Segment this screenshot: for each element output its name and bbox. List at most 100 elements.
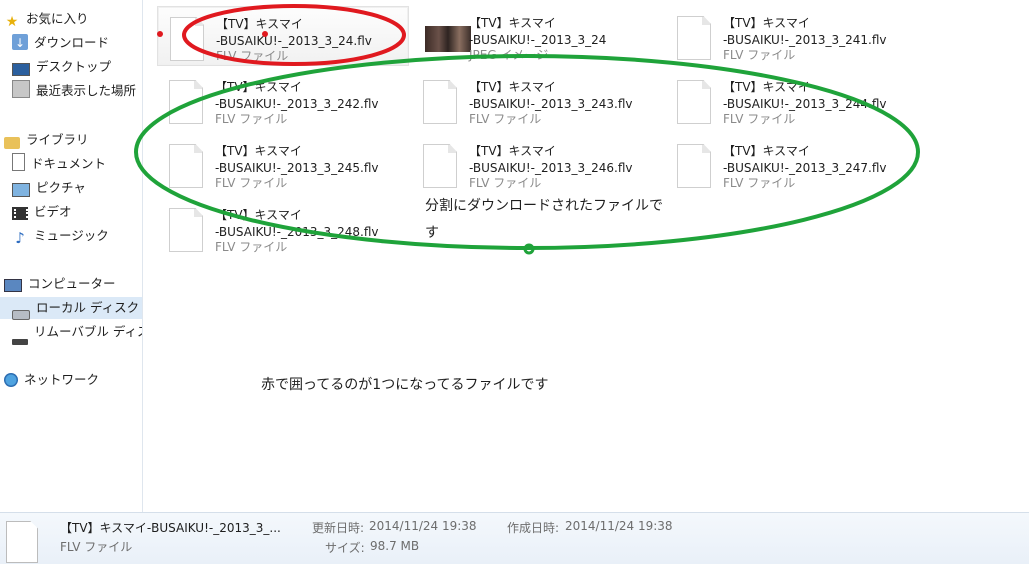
- file-view: 【TV】キスマイ -BUSAIKU!-_2013_3_24.flv FLV ファ…: [143, 0, 1029, 512]
- nav-music[interactable]: ♪ ミュージック: [12, 225, 109, 247]
- details-created-label: 作成日時:: [507, 521, 560, 535]
- flv-file-icon: [169, 80, 203, 124]
- file-type: FLV ファイル: [216, 49, 289, 63]
- nav-documents[interactable]: ドキュメント: [12, 153, 106, 175]
- nav-downloads[interactable]: ダウンロード: [12, 32, 109, 54]
- nav-pictures[interactable]: ピクチャ: [12, 177, 86, 199]
- file-name-line2: -BUSAIKU!-_2013_3_246.flv: [469, 161, 633, 175]
- file-item[interactable]: 【TV】キスマイ -BUSAIKU!-_2013_3_246.flv FLV フ…: [411, 134, 661, 192]
- nav-documents-label: ドキュメント: [31, 156, 107, 171]
- file-name-line1: 【TV】キスマイ: [723, 144, 810, 158]
- details-pane: 【TV】キスマイ-BUSAIKU!-_2013_3_... FLV ファイル 更…: [0, 512, 1029, 564]
- file-item[interactable]: 【TV】キスマイ -BUSAIKU!-_2013_3_241.flv FLV フ…: [665, 6, 915, 64]
- file-type: FLV ファイル: [469, 112, 542, 126]
- file-name-line1: 【TV】キスマイ: [723, 16, 810, 30]
- nav-libraries-label: ライブラリ: [26, 132, 89, 147]
- file-type: FLV ファイル: [723, 112, 796, 126]
- music-icon: ♪: [15, 229, 25, 247]
- details-file-type: FLV ファイル: [60, 540, 133, 554]
- file-item[interactable]: 【TV】キスマイ -BUSAIKU!-_2013_3_245.flv FLV フ…: [157, 134, 407, 192]
- file-name-line1: 【TV】キスマイ: [215, 144, 302, 158]
- computer-icon: [4, 279, 22, 292]
- nav-recent[interactable]: 最近表示した場所: [12, 80, 136, 102]
- nav-libraries[interactable]: ライブラリ: [4, 129, 89, 151]
- details-file-name: 【TV】キスマイ-BUSAIKU!-_2013_3_...: [60, 521, 281, 535]
- video-icon: [12, 207, 28, 220]
- nav-computer-label: コンピューター: [28, 276, 116, 291]
- file-name-line2: -BUSAIKU!-_2013_3_247.flv: [723, 161, 887, 175]
- file-name-line2: -BUSAIKU!-_2013_3_243.flv: [469, 97, 633, 111]
- file-name-line2: -BUSAIKU!-_2013_3_242.flv: [215, 97, 379, 111]
- nav-pictures-label: ピクチャ: [36, 180, 86, 195]
- network-icon: [4, 373, 18, 387]
- nav-network[interactable]: ネットワーク: [4, 369, 99, 391]
- file-name-line2: -BUSAIKU!-_2013_3_24: [469, 33, 607, 47]
- flv-file-icon: [677, 144, 711, 188]
- flv-file-icon: [423, 144, 457, 188]
- jpeg-thumbnail: [425, 26, 471, 52]
- hard-disk-icon: [12, 310, 30, 320]
- nav-favorites[interactable]: ★ お気に入り: [4, 8, 89, 30]
- split-files-note-line2: す: [425, 225, 439, 241]
- file-type: FLV ファイル: [215, 240, 288, 254]
- nav-recent-label: 最近表示した場所: [36, 83, 137, 98]
- flv-file-icon: [423, 80, 457, 124]
- nav-desktop-label: デスクトップ: [36, 59, 112, 74]
- details-size-value: 98.7 MB: [370, 539, 420, 553]
- file-name-line2: -BUSAIKU!-_2013_3_241.flv: [723, 33, 887, 47]
- file-item[interactable]: 【TV】キスマイ -BUSAIKU!-_2013_3_243.flv FLV フ…: [411, 70, 661, 128]
- file-name-line1: 【TV】キスマイ: [723, 80, 810, 94]
- details-modified-value: 2014/11/24 19:38: [369, 519, 477, 533]
- file-type: FLV ファイル: [215, 176, 288, 190]
- file-type: FLV ファイル: [215, 112, 288, 126]
- file-name-line1: 【TV】キスマイ: [469, 144, 556, 158]
- file-item[interactable]: 【TV】キスマイ -BUSAIKU!-_2013_3_244.flv FLV フ…: [665, 70, 915, 128]
- file-type: FLV ファイル: [723, 48, 796, 62]
- file-item[interactable]: 【TV】キスマイ -BUSAIKU!-_2013_3_248.flv FLV フ…: [157, 198, 407, 256]
- flv-file-icon: [6, 521, 38, 563]
- details-modified-label: 更新日時:: [312, 521, 365, 535]
- nav-favorites-label: お気に入り: [26, 11, 89, 26]
- file-type: FLV ファイル: [723, 176, 796, 190]
- file-item[interactable]: 【TV】キスマイ -BUSAIKU!-_2013_3_247.flv FLV フ…: [665, 134, 915, 192]
- library-icon: [4, 137, 20, 149]
- star-icon: ★: [5, 14, 19, 30]
- combined-file-note: 赤で囲ってるのが1つになってるファイルです: [261, 377, 549, 393]
- file-type: JPEG イメージ: [469, 48, 549, 62]
- pictures-icon: [12, 183, 30, 197]
- nav-local-disk[interactable]: ローカル ディスク (: [0, 297, 143, 320]
- flv-file-icon: [169, 208, 203, 252]
- flv-file-icon: [169, 144, 203, 188]
- split-files-note-line1: 分割にダウンロードされたファイルで: [425, 198, 663, 214]
- file-name-line2: -BUSAIKU!-_2013_3_245.flv: [215, 161, 379, 175]
- file-name-line1: 【TV】キスマイ: [215, 208, 302, 222]
- nav-desktop[interactable]: デスクトップ: [12, 56, 111, 78]
- nav-music-label: ミュージック: [34, 228, 109, 243]
- file-name-line1: 【TV】キスマイ: [215, 80, 302, 94]
- desktop-icon: [12, 63, 30, 76]
- file-type: FLV ファイル: [469, 176, 542, 190]
- nav-local-disk-label: ローカル ディスク (: [36, 300, 143, 315]
- nav-removable-label: リムーバブル ディス: [34, 324, 143, 339]
- nav-removable[interactable]: リムーバブル ディス: [12, 321, 143, 345]
- file-name-line1: 【TV】キスマイ: [469, 80, 556, 94]
- nav-videos[interactable]: ビデオ: [12, 201, 72, 223]
- file-item[interactable]: 【TV】キスマイ -BUSAIKU!-_2013_3_242.flv FLV フ…: [157, 70, 407, 128]
- nav-downloads-label: ダウンロード: [34, 35, 110, 50]
- file-name-line1: 【TV】キスマイ: [469, 16, 556, 30]
- nav-videos-label: ビデオ: [34, 204, 72, 219]
- download-folder-icon: [12, 32, 28, 54]
- details-created-value: 2014/11/24 19:38: [565, 519, 673, 533]
- nav-computer[interactable]: コンピューター: [4, 273, 116, 295]
- file-name-line2: -BUSAIKU!-_2013_3_24.flv: [216, 34, 372, 48]
- file-item[interactable]: 【TV】キスマイ -BUSAIKU!-_2013_3_24 JPEG イメージ: [411, 6, 661, 64]
- file-name-line2: -BUSAIKU!-_2013_3_248.flv: [215, 225, 379, 239]
- flv-file-icon: [170, 17, 204, 61]
- nav-network-label: ネットワーク: [24, 372, 100, 387]
- flv-file-icon: [677, 16, 711, 60]
- removable-drive-icon: [12, 339, 28, 345]
- documents-icon: [12, 153, 25, 171]
- file-item[interactable]: 【TV】キスマイ -BUSAIKU!-_2013_3_24.flv FLV ファ…: [157, 6, 409, 66]
- recent-places-icon: [12, 80, 30, 98]
- navigation-pane: ★ お気に入り ダウンロード デスクトップ 最近表示した場所 ライブラリ ドキュメ…: [0, 0, 143, 512]
